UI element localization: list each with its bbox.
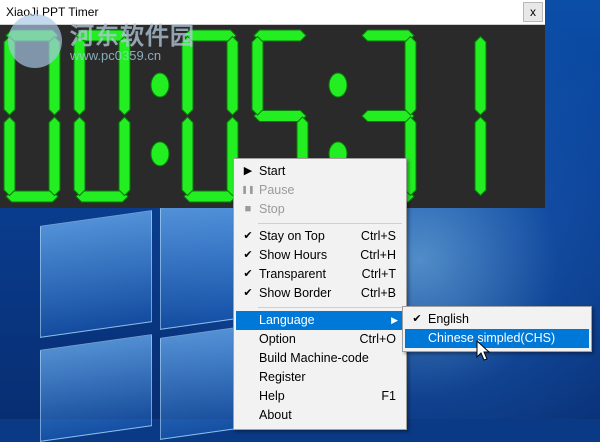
menu-separator xyxy=(258,223,402,224)
menu-item-shortcut: F1 xyxy=(381,389,396,403)
stop-icon: ■ xyxy=(244,203,252,215)
watermark-site-name: 河东软件园 xyxy=(70,22,195,50)
language-submenu: ✔ English Chinese simpled(CHS) xyxy=(402,306,592,352)
digit-segment-e xyxy=(3,116,16,197)
menu-item-shortcut: Ctrl+B xyxy=(360,286,396,300)
menu-item-transparent[interactable]: ✔ Transparent Ctrl+T xyxy=(236,265,404,284)
menu-item-shortcut: Ctrl+H xyxy=(360,248,396,262)
check-icon: ✔ xyxy=(243,249,253,261)
menu-item-stay-on-top[interactable]: ✔ Stay on Top Ctrl+S xyxy=(236,227,404,246)
menu-item-label: Help xyxy=(259,389,285,403)
menu-item-shortcut: Ctrl+T xyxy=(361,267,396,281)
context-menu: ▶ Start ❚❚ Pause ■ Stop ✔ Stay on Top Ct… xyxy=(233,158,407,430)
check-icon: ✔ xyxy=(412,313,422,325)
menu-item-show-border[interactable]: ✔ Show Border Ctrl+B xyxy=(236,284,404,303)
submenu-item-english[interactable]: ✔ English xyxy=(405,310,589,329)
digit-segment-d xyxy=(75,190,129,203)
digit-segment-f xyxy=(251,35,264,116)
menu-item-label: Start xyxy=(259,164,286,178)
digit-segment-d xyxy=(5,190,59,203)
watermark-logo-icon xyxy=(8,14,62,68)
submenu-item-chinese[interactable]: Chinese simpled(CHS) xyxy=(405,329,589,348)
menu-item-option[interactable]: Option Ctrl+O xyxy=(236,330,404,349)
digit-segment-g xyxy=(361,110,415,122)
play-icon: ▶ xyxy=(243,165,253,177)
watermark: 河东软件园 www.pc0359.cn xyxy=(8,14,208,72)
menu-item-label: Stay on Top xyxy=(259,229,325,243)
menu-item-label: Show Hours xyxy=(259,248,328,262)
digit-segment-b xyxy=(404,35,417,116)
check-icon: ✔ xyxy=(243,268,253,280)
menu-item-help[interactable]: Help F1 xyxy=(236,387,404,406)
digit-segment-b xyxy=(226,35,239,116)
submenu-arrow-icon: ▶ xyxy=(391,315,398,325)
timer-colon-dot xyxy=(328,72,348,98)
digit-segment-e xyxy=(73,116,86,197)
timer-colon-dot xyxy=(150,72,170,98)
digit-segment-c xyxy=(48,116,61,197)
menu-item-label: Language xyxy=(259,313,315,327)
digit-segment-g xyxy=(253,110,307,122)
digit-segment-b xyxy=(474,35,487,116)
menu-item-label: Pause xyxy=(259,183,295,197)
menu-item-shortcut: Ctrl+O xyxy=(359,332,396,346)
pause-icon: ❚❚ xyxy=(241,185,255,194)
menu-item-pause[interactable]: ❚❚ Pause xyxy=(236,181,404,200)
menu-item-label: Transparent xyxy=(259,267,326,281)
menu-item-language[interactable]: Language ▶ xyxy=(236,311,404,330)
menu-item-label: Build Machine-code xyxy=(259,351,369,365)
windows-logo-pane xyxy=(40,210,152,338)
menu-item-register[interactable]: Register xyxy=(236,368,404,387)
digit-segment-e xyxy=(181,116,194,197)
digit-segment-c xyxy=(474,116,487,197)
menu-item-label: Register xyxy=(259,370,306,384)
menu-item-label: English xyxy=(428,312,469,326)
menu-item-build-machine-code[interactable]: Build Machine-code xyxy=(236,349,404,368)
check-icon: ✔ xyxy=(243,287,253,299)
digit-segment-a xyxy=(253,29,307,42)
watermark-url: www.pc0359.cn xyxy=(70,48,162,63)
menu-separator xyxy=(258,307,402,308)
menu-item-show-hours[interactable]: ✔ Show Hours Ctrl+H xyxy=(236,246,404,265)
menu-item-label: Option xyxy=(259,332,296,346)
check-icon: ✔ xyxy=(243,230,253,242)
menu-item-shortcut: Ctrl+S xyxy=(360,229,396,243)
menu-item-stop[interactable]: ■ Stop xyxy=(236,200,404,219)
timer-colon-dot xyxy=(150,141,170,167)
windows-logo-pane xyxy=(40,334,152,442)
menu-item-label: Show Border xyxy=(259,286,332,300)
menu-item-label: About xyxy=(259,408,292,422)
menu-item-about[interactable]: About xyxy=(236,406,404,425)
mouse-cursor-icon xyxy=(476,340,491,361)
digit-segment-a xyxy=(361,29,415,42)
close-button[interactable]: x xyxy=(523,2,543,22)
digit-segment-d xyxy=(183,190,237,203)
digit-segment-c xyxy=(118,116,131,197)
menu-item-start[interactable]: ▶ Start xyxy=(236,162,404,181)
menu-item-label: Stop xyxy=(259,202,285,216)
